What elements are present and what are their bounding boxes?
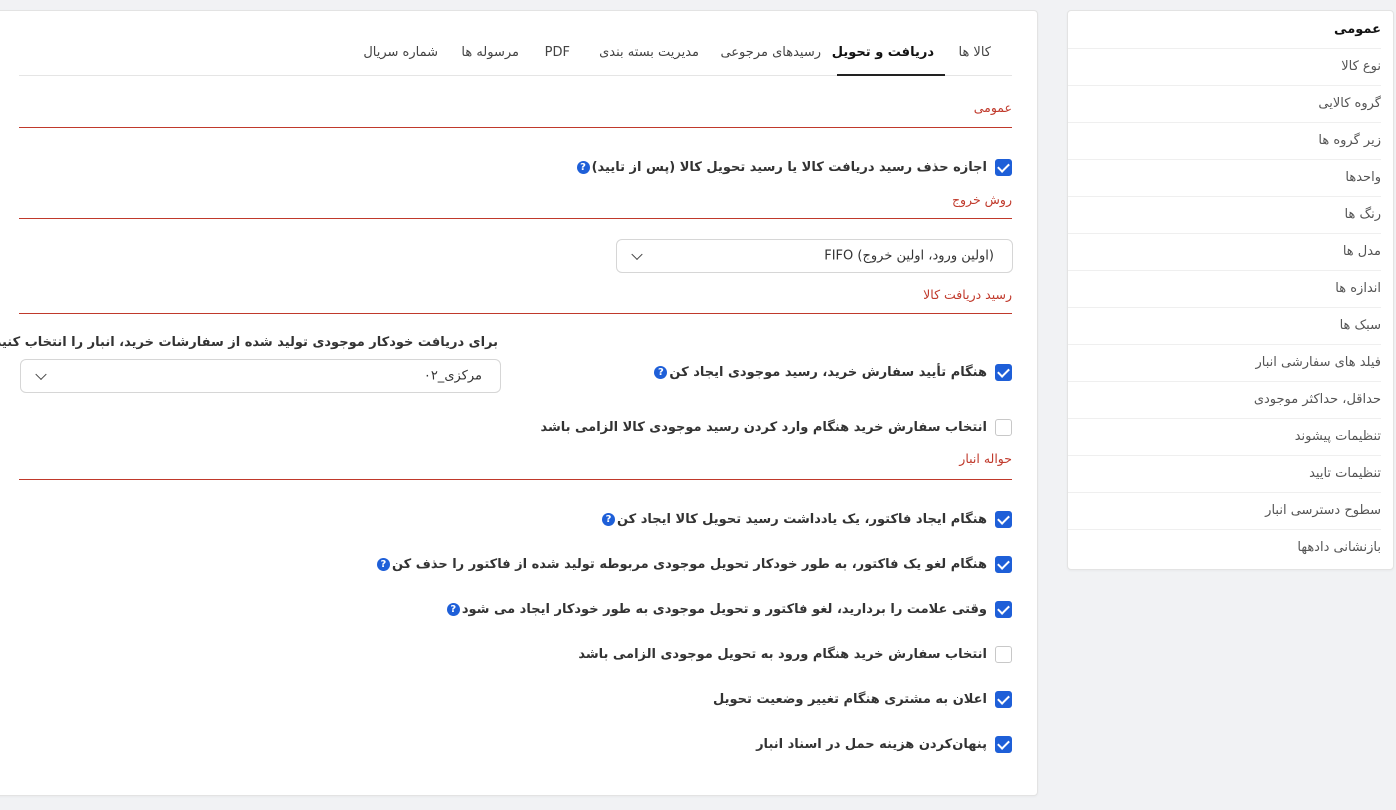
sidebar-item-label: گروه کالایی	[1318, 96, 1381, 111]
sidebar-item-label: تنظیمات تایید	[1309, 466, 1381, 481]
warehouse-select-label: برای دریافت خودکار موجودی تولید شده از س…	[0, 335, 498, 350]
auto-cancel-checkbox[interactable]	[995, 600, 1012, 618]
sidebar-item-reset-data[interactable]: بازنشانی دادهها	[1068, 529, 1381, 566]
section-divider	[19, 313, 1012, 314]
transfer-option-row: وقتی علامت را بردارید، لغو فاکتور و تحوی…	[446, 599, 1012, 619]
section-title-goods-receipt: رسید دریافت کالا	[923, 287, 1012, 302]
require-po-checkbox[interactable]	[995, 418, 1012, 436]
create-delivery-note-label: هنگام ایجاد فاکتور، یک یادداشت رسید تحوی…	[616, 511, 987, 527]
help-icon[interactable]: ?	[376, 557, 390, 571]
sidebar-item-label: اندازه ها	[1335, 281, 1381, 296]
transfer-option-row: هنگام ایجاد فاکتور، یک یادداشت رسید تحوی…	[601, 509, 1012, 529]
require-po-delivery-checkbox[interactable]	[995, 645, 1012, 663]
transfer-option-row: هنگام لغو یک فاکتور، به طور خودکار تحویل…	[376, 554, 1012, 574]
sidebar-item-product-group[interactable]: گروه کالایی	[1068, 85, 1381, 123]
auto-cancel-label: وقتی علامت را بردارید، لغو فاکتور و تحوی…	[461, 601, 987, 617]
sidebar-item-label: نوع کالا	[1341, 59, 1381, 74]
sidebar-item-min-max-stock[interactable]: حداقل، حداکثر موجودی	[1068, 381, 1381, 419]
section-divider	[19, 479, 1012, 480]
tab-goods[interactable]: کالا ها	[958, 45, 991, 60]
notify-customer-label: اعلان به مشتری هنگام تغییر وضعیت تحویل	[713, 691, 987, 707]
help-icon[interactable]: ?	[601, 512, 615, 526]
allow-delete-label: اجازه حذف رسید دریافت کالا یا رسید تحویل…	[591, 159, 987, 175]
hide-shipping-cost-label: پنهان‌کردن هزینه حمل در اسناد انبار	[756, 736, 987, 752]
sidebar-item-product-type[interactable]: نوع کالا	[1068, 48, 1381, 86]
section-divider	[19, 127, 1012, 128]
sidebar-item-custom-fields[interactable]: فیلد های سفارشی انبار	[1068, 344, 1381, 382]
tab-packaging[interactable]: مدیریت بسته بندی	[599, 45, 699, 60]
auto-receipt-label: هنگام تأیید سفارش خرید، رسید موجودی ایجا…	[669, 364, 987, 380]
sidebar-item-label: واحدها	[1345, 170, 1381, 185]
sidebar-item-label: زیر گروه ها	[1318, 133, 1381, 148]
sidebar-item-models[interactable]: مدل ها	[1068, 233, 1381, 271]
sidebar-item-label: عمومی	[1334, 22, 1381, 37]
help-icon[interactable]: ?	[576, 160, 590, 174]
sidebar-item-prefix-settings[interactable]: تنظیمات پیشوند	[1068, 418, 1381, 456]
tab-serial-numbers[interactable]: شماره سریال	[363, 45, 438, 60]
warehouse-select[interactable]: ۰۲_مرکزی	[20, 359, 501, 393]
require-po-label: انتخاب سفارش خرید هنگام وارد کردن رسید م…	[540, 419, 987, 435]
section-title-exit-method: روش خروج	[951, 192, 1012, 207]
settings-panel: کالا ها دریافت و تحویل رسیدهای مرجوعی مد…	[0, 10, 1038, 796]
warehouse-value: ۰۲_مرکزی	[423, 368, 482, 384]
transfer-option-row: اعلان به مشتری هنگام تغییر وضعیت تحویل	[713, 689, 1012, 709]
sidebar-item-label: سطوح دسترسی انبار	[1265, 503, 1381, 518]
section-title-general: عمومی	[973, 100, 1012, 115]
sidebar-item-label: مدل ها	[1342, 244, 1381, 259]
require-po-delivery-label: انتخاب سفارش خرید هنگام ورود به تحویل مو…	[578, 646, 987, 662]
sidebar-item-subgroups[interactable]: زیر گروه ها	[1068, 122, 1381, 160]
auto-delete-delivery-checkbox[interactable]	[995, 555, 1012, 573]
sidebar-item-label: تنظیمات پیشوند	[1294, 429, 1381, 444]
transfer-option-row: پنهان‌کردن هزینه حمل در اسناد انبار	[756, 734, 1012, 754]
notify-customer-checkbox[interactable]	[995, 690, 1012, 708]
chevron-down-icon	[631, 248, 643, 261]
create-delivery-note-checkbox[interactable]	[995, 510, 1012, 528]
sidebar-item-approval-settings[interactable]: تنظیمات تایید	[1068, 455, 1381, 493]
sidebar-item-label: رنگ ها	[1344, 207, 1381, 222]
sidebar-item-colors[interactable]: رنگ ها	[1068, 196, 1381, 234]
settings-sidebar: عمومی نوع کالا گروه کالایی زیر گروه ها و…	[1067, 10, 1394, 570]
sidebar-item-styles[interactable]: سبک ها	[1068, 307, 1381, 345]
section-divider	[19, 218, 1012, 219]
auto-receipt-row: هنگام تأیید سفارش خرید، رسید موجودی ایجا…	[654, 362, 1012, 382]
auto-receipt-checkbox[interactable]	[995, 363, 1012, 381]
tab-receive-deliver[interactable]: دریافت و تحویل	[832, 45, 934, 60]
tab-return-receipts[interactable]: رسیدهای مرجوعی	[720, 45, 821, 60]
exit-method-value: FIFO (اولین ورود، اولین خروج)	[824, 248, 994, 264]
auto-delete-delivery-label: هنگام لغو یک فاکتور، به طور خودکار تحویل…	[391, 556, 987, 572]
sidebar-item-label: حداقل، حداکثر موجودی	[1253, 392, 1381, 407]
exit-method-select[interactable]: FIFO (اولین ورود، اولین خروج)	[616, 239, 1013, 273]
require-po-row: انتخاب سفارش خرید هنگام وارد کردن رسید م…	[540, 417, 1012, 437]
allow-delete-row: اجازه حذف رسید دریافت کالا یا رسید تحویل…	[576, 157, 1012, 177]
help-icon[interactable]: ?	[446, 602, 460, 616]
sidebar-item-label: بازنشانی دادهها	[1297, 540, 1381, 555]
chevron-down-icon	[35, 368, 47, 381]
allow-delete-checkbox[interactable]	[995, 158, 1012, 176]
section-title-warehouse-transfer: حواله انبار	[959, 451, 1012, 466]
sidebar-item-sizes[interactable]: اندازه ها	[1068, 270, 1381, 308]
sidebar-item-label: فیلد های سفارشی انبار	[1255, 355, 1381, 370]
sidebar-item-general[interactable]: عمومی	[1068, 11, 1381, 49]
sidebar-item-units[interactable]: واحدها	[1068, 159, 1381, 197]
tab-pdf[interactable]: PDF	[545, 45, 570, 60]
transfer-option-row: انتخاب سفارش خرید هنگام ورود به تحویل مو…	[578, 644, 1012, 664]
sidebar-item-label: سبک ها	[1339, 318, 1381, 333]
hide-shipping-cost-checkbox[interactable]	[995, 735, 1012, 753]
tab-shipments[interactable]: مرسوله ها	[461, 45, 519, 60]
sidebar-item-access-levels[interactable]: سطوح دسترسی انبار	[1068, 492, 1381, 530]
help-icon[interactable]: ?	[654, 365, 668, 379]
active-tab-indicator	[837, 74, 945, 76]
